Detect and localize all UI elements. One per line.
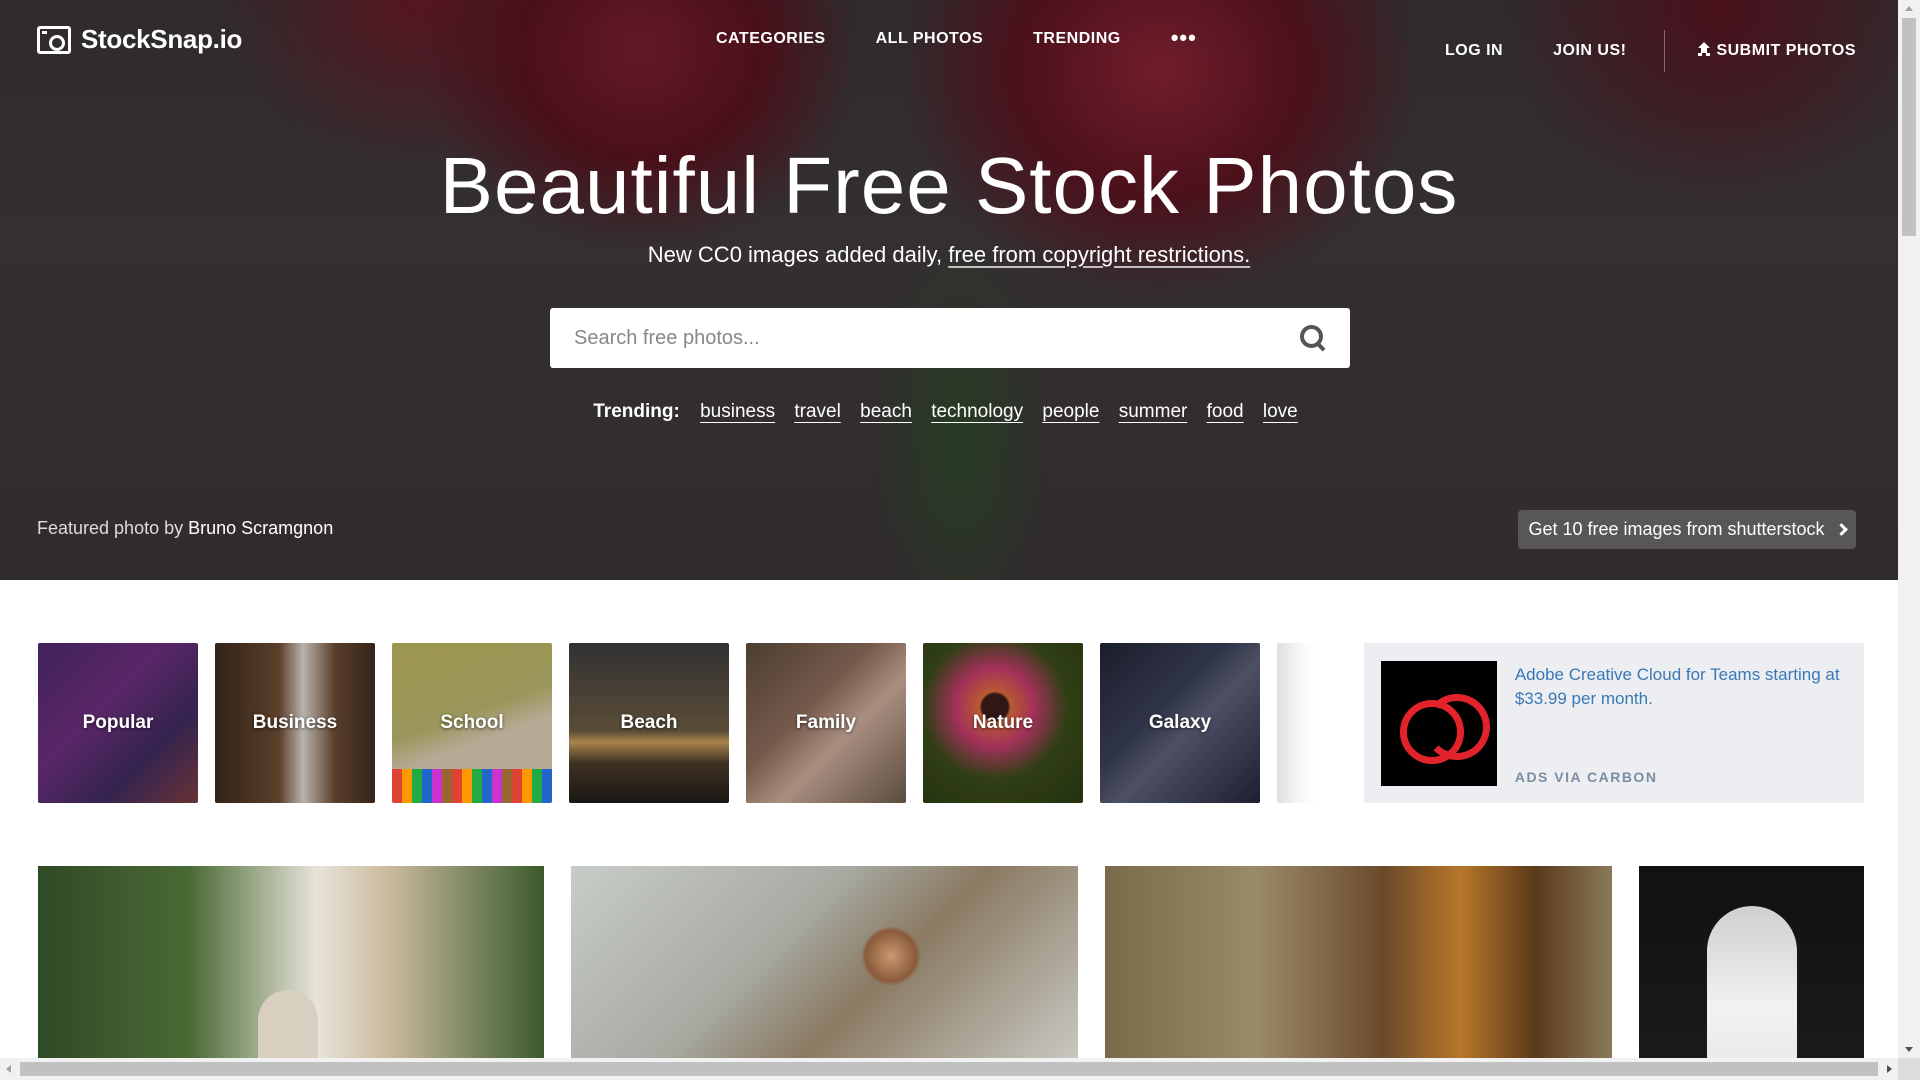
credit-prefix: Featured photo by	[37, 518, 184, 538]
scroll-right-icon[interactable]	[1887, 1065, 1892, 1073]
trending-tags: Trending: business travel beach technolo…	[0, 401, 1898, 423]
ad-copy-link[interactable]: Adobe Creative Cloud for Teams starting …	[1515, 663, 1847, 711]
logo-text: StockSnap.io	[81, 24, 243, 54]
more-menu-icon[interactable]: •••	[1171, 27, 1197, 49]
copyright-link[interactable]: free from copyright restrictions.	[948, 242, 1250, 267]
trending-tag-beach[interactable]: beach	[860, 401, 912, 422]
nav-categories[interactable]: CATEGORIES	[716, 30, 826, 48]
ad-text: Adobe Creative Cloud for Teams starting …	[1515, 661, 1847, 785]
photo-grid	[0, 866, 1898, 1060]
category-label: School	[440, 712, 504, 733]
category-label: Popular	[82, 712, 154, 733]
shutterstock-button-label: Get 10 free images from shutterstock	[1528, 519, 1825, 539]
hero-title: Beautiful Free Stock Photos	[439, 141, 1459, 230]
trending-tag-travel[interactable]: travel	[794, 401, 840, 422]
category-nature[interactable]: Nature	[923, 643, 1083, 803]
horizontal-scroll-thumb[interactable]	[20, 1062, 1878, 1076]
submit-photos-button[interactable]: SUBMIT PHOTOS	[1697, 42, 1856, 60]
scroll-up-icon[interactable]	[1905, 6, 1913, 11]
search-bar	[550, 308, 1350, 368]
nav-trending[interactable]: TRENDING	[1033, 30, 1121, 48]
ad-image[interactable]	[1381, 661, 1497, 786]
trending-tag-love[interactable]: love	[1263, 401, 1298, 422]
category-next-partial[interactable]	[1277, 643, 1317, 803]
category-popular[interactable]: Popular	[38, 643, 198, 803]
trending-tag-people[interactable]: people	[1042, 401, 1099, 422]
category-label: Business	[252, 712, 338, 733]
category-family[interactable]: Family	[746, 643, 906, 803]
category-label: Beach	[620, 712, 678, 733]
trending-tag-technology[interactable]: technology	[931, 401, 1023, 422]
scroll-left-icon[interactable]	[6, 1065, 11, 1073]
category-beach[interactable]: Beach	[569, 643, 729, 803]
vertical-scrollbar[interactable]	[1898, 0, 1920, 1058]
category-label: Family	[795, 712, 857, 733]
trending-tag-food[interactable]: food	[1207, 401, 1244, 422]
chevron-right-icon	[1834, 523, 1848, 536]
scrollbar-corner	[1898, 1058, 1920, 1080]
photo-thumbnail[interactable]	[571, 866, 1078, 1060]
site-logo[interactable]: StockSnap.io	[37, 24, 242, 55]
search-input[interactable]	[574, 326, 1300, 350]
hero-banner: StockSnap.io CATEGORIES ALL PHOTOS TREND…	[0, 0, 1898, 580]
nav-all-photos[interactable]: ALL PHOTOS	[876, 30, 984, 48]
trending-tag-business[interactable]: business	[700, 401, 775, 422]
category-strip: Popular Business School Beach Family Nat…	[38, 643, 1317, 803]
carbon-ad: Adobe Creative Cloud for Teams starting …	[1364, 643, 1864, 803]
scroll-down-icon[interactable]	[1905, 1047, 1913, 1052]
category-business[interactable]: Business	[215, 643, 375, 803]
category-galaxy[interactable]: Galaxy	[1100, 643, 1260, 803]
nav-divider	[1664, 30, 1666, 72]
photographer-link[interactable]: Bruno Scramgnon	[188, 518, 333, 538]
upload-icon	[1697, 42, 1711, 56]
main-nav: CATEGORIES ALL PHOTOS TRENDING •••	[716, 27, 1197, 49]
trending-label: Trending:	[593, 401, 680, 422]
photo-credit: Featured photo by Bruno Scramgnon	[37, 518, 333, 539]
category-label: Galaxy	[1148, 712, 1212, 733]
account-nav: LOG IN JOIN US! SUBMIT PHOTOS	[1395, 30, 1856, 72]
camera-icon	[37, 25, 71, 54]
ads-via-carbon-link[interactable]: ADS VIA CARBON	[1515, 769, 1847, 785]
pencils-image	[392, 769, 552, 803]
login-link[interactable]: LOG IN	[1445, 42, 1503, 60]
category-school[interactable]: School	[392, 643, 552, 803]
creative-cloud-icon	[1396, 693, 1490, 764]
join-link[interactable]: JOIN US!	[1553, 42, 1626, 60]
category-label: Nature	[972, 712, 1034, 733]
submit-photos-label: SUBMIT PHOTOS	[1716, 42, 1856, 59]
horizontal-scrollbar[interactable]	[0, 1058, 1898, 1080]
photo-thumbnail[interactable]	[1105, 866, 1612, 1060]
search-icon[interactable]	[1300, 325, 1326, 351]
photo-thumbnail[interactable]	[1639, 866, 1864, 1060]
shutterstock-button[interactable]: Get 10 free images from shutterstock	[1518, 510, 1856, 549]
photo-thumbnail[interactable]	[38, 866, 544, 1060]
trending-tag-summer[interactable]: summer	[1119, 401, 1188, 422]
vertical-scroll-thumb[interactable]	[1902, 18, 1916, 236]
hero-subtitle: New CC0 images added daily, free from co…	[0, 242, 1898, 268]
subtitle-text: New CC0 images added daily,	[647, 242, 943, 267]
